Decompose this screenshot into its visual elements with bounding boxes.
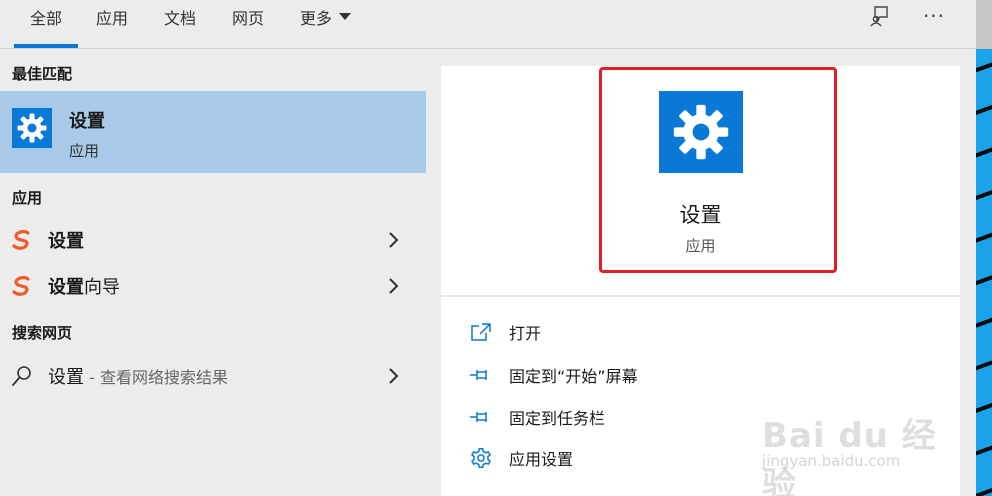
preview-panel: 设置 应用 打开 固定到“开始”屏幕 固定到任务栏 应用设置 bbox=[441, 66, 960, 496]
gear-icon bbox=[469, 446, 493, 470]
results-list: 最佳匹配 设置 应用 应用 设置 设置向导 搜索网页 设置 - 查看网络搜索结果 bbox=[0, 49, 426, 496]
action-pin-to-taskbar[interactable]: 固定到任务栏 bbox=[469, 403, 769, 431]
pin-icon bbox=[469, 363, 493, 387]
tab-apps-label: 应用 bbox=[96, 9, 129, 28]
app-result-bold: 设置 bbox=[48, 277, 84, 298]
tab-all[interactable]: 全部 bbox=[14, 0, 78, 49]
tab-all-label: 全部 bbox=[29, 9, 62, 28]
tab-web[interactable]: 网页 bbox=[232, 0, 264, 49]
open-icon bbox=[469, 320, 493, 344]
annotation-highlight-box bbox=[599, 67, 837, 273]
divider bbox=[441, 295, 960, 297]
feedback-icon[interactable] bbox=[867, 3, 893, 29]
action-pin-to-start-label: 固定到“开始”屏幕 bbox=[509, 367, 638, 386]
sogou-icon bbox=[11, 275, 33, 297]
chevron-right-icon[interactable] bbox=[387, 277, 401, 295]
web-search-result[interactable]: 设置 - 查看网络搜索结果 bbox=[0, 354, 426, 398]
web-search-suffix: - 查看网络搜索结果 bbox=[84, 368, 228, 387]
gear-icon bbox=[12, 108, 52, 148]
panel-gutter bbox=[960, 49, 976, 496]
app-result-settings-wizard[interactable]: 设置向导 bbox=[0, 264, 426, 308]
caret-down-icon bbox=[339, 13, 352, 20]
chevron-right-icon[interactable] bbox=[387, 367, 401, 385]
search-filter-bar: 全部 应用 文档 网页 更多 ··· bbox=[0, 0, 976, 49]
more-options-glyph: ··· bbox=[922, 4, 946, 28]
best-match-type: 应用 bbox=[69, 142, 100, 160]
section-apps: 应用 bbox=[12, 189, 43, 207]
action-app-settings[interactable]: 应用设置 bbox=[469, 444, 769, 472]
chevron-right-icon[interactable] bbox=[387, 231, 401, 249]
desktop-background-edge bbox=[976, 49, 992, 496]
action-app-settings-label: 应用设置 bbox=[509, 450, 574, 469]
app-result-label: 设置 bbox=[48, 227, 84, 253]
action-open[interactable]: 打开 bbox=[469, 318, 769, 346]
best-match-name: 设置 bbox=[69, 111, 105, 132]
web-search-query: 设置 bbox=[48, 367, 84, 388]
app-result-bold: 设置 bbox=[48, 231, 84, 252]
tab-documents-label: 文档 bbox=[164, 9, 197, 28]
preview-header: 设置 应用 bbox=[441, 66, 960, 295]
search-icon bbox=[11, 365, 33, 387]
best-match-item[interactable]: 设置 应用 bbox=[0, 91, 426, 173]
desktop-edge-top bbox=[976, 0, 992, 49]
section-best-match: 最佳匹配 bbox=[12, 65, 73, 83]
tab-apps[interactable]: 应用 bbox=[96, 0, 128, 49]
tab-more-label: 更多 bbox=[300, 9, 333, 28]
app-result-label: 设置向导 bbox=[48, 273, 120, 299]
app-result-rest: 向导 bbox=[84, 277, 120, 298]
action-pin-to-taskbar-label: 固定到任务栏 bbox=[509, 409, 606, 428]
more-options-icon[interactable]: ··· bbox=[921, 3, 947, 29]
tab-documents[interactable]: 文档 bbox=[164, 0, 196, 49]
web-search-label: 设置 - 查看网络搜索结果 bbox=[48, 363, 228, 389]
app-result-settings[interactable]: 设置 bbox=[0, 218, 426, 262]
tab-web-label: 网页 bbox=[232, 9, 265, 28]
pin-icon bbox=[469, 405, 493, 429]
action-pin-to-start[interactable]: 固定到“开始”屏幕 bbox=[469, 361, 769, 389]
sogou-icon bbox=[11, 229, 33, 251]
section-web-search: 搜索网页 bbox=[12, 324, 73, 342]
tab-more[interactable]: 更多 bbox=[300, 0, 352, 49]
action-open-label: 打开 bbox=[509, 324, 542, 343]
